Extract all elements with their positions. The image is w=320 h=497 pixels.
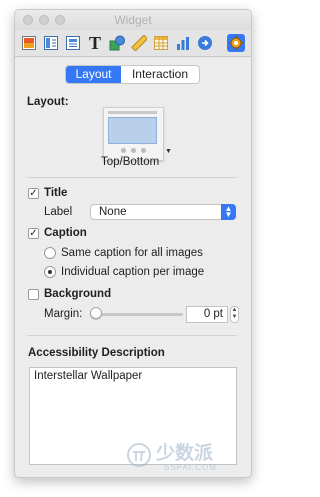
preview-dots	[121, 148, 146, 153]
margin-slider-knob[interactable]	[90, 307, 102, 319]
margin-label: Margin:	[44, 308, 83, 320]
preview-title-bar	[108, 111, 157, 114]
radio-same-caption[interactable]	[44, 247, 56, 259]
accessibility-heading: Accessibility Description	[28, 347, 165, 359]
title-checkbox-label: Title	[44, 187, 68, 199]
gear-icon[interactable]	[227, 34, 245, 52]
radio-selected-dot	[48, 270, 52, 274]
select-chevrons-icon: ▲ ▼	[221, 204, 236, 220]
link-icon[interactable]	[196, 34, 214, 52]
divider	[27, 177, 237, 178]
caption-checkbox[interactable]: ✓	[28, 228, 39, 239]
radio-individual-caption-label: Individual caption per image	[61, 266, 205, 278]
chart-icon[interactable]	[174, 34, 192, 52]
image-icon[interactable]	[20, 34, 38, 52]
table-icon[interactable]	[152, 34, 170, 52]
layout-icon[interactable]	[42, 34, 60, 52]
label-select[interactable]: None ▲ ▼	[90, 204, 236, 220]
ruler-icon[interactable]	[130, 34, 148, 52]
title-bar: Widget	[15, 10, 251, 30]
tab-interaction[interactable]: Interaction	[121, 66, 199, 83]
divider	[27, 335, 237, 336]
layout-menu-arrow-icon[interactable]: ▼	[165, 148, 172, 155]
watermark-subtext: SSPAI.COM	[164, 463, 217, 472]
preview-dot	[131, 148, 136, 153]
title-checkbox[interactable]: ✓	[28, 188, 39, 199]
margin-slider-track[interactable]	[95, 313, 183, 316]
radio-same-caption-label: Same caption for all images	[61, 247, 203, 259]
window-title: Widget	[114, 13, 152, 27]
margin-value-field[interactable]: 0 pt	[186, 306, 228, 323]
inspector-tabs: Layout Interaction	[65, 65, 200, 84]
inspector-toolbar: T	[15, 30, 251, 57]
shapes-icon[interactable]	[108, 34, 126, 52]
tab-layout[interactable]: Layout	[66, 66, 121, 83]
preview-dot	[121, 148, 126, 153]
caption-checkbox-label: Caption	[44, 227, 87, 239]
radio-individual-caption[interactable]	[44, 266, 56, 278]
layout-label: Layout:	[27, 96, 69, 108]
layout-preview[interactable]	[103, 107, 164, 161]
widget-inspector-window: Widget T Layout Interaction Layout: ▼ To…	[14, 9, 252, 478]
background-checkbox[interactable]	[28, 289, 39, 300]
sspai-logo-icon	[127, 443, 151, 467]
preview-dot	[141, 148, 146, 153]
text-icon[interactable]: T	[86, 33, 104, 53]
watermark-text: 少数派	[156, 442, 214, 464]
margin-stepper[interactable]: ▲ ▼	[230, 306, 239, 323]
label-select-value: None	[99, 206, 127, 218]
background-checkbox-label: Background	[44, 288, 112, 300]
preview-image	[108, 117, 157, 144]
sspai-watermark: 少数派 SSPAI.COM	[126, 438, 248, 478]
layout-preview-name: Top/Bottom	[101, 156, 160, 168]
document-icon[interactable]	[64, 34, 82, 52]
label-field-label: Label	[44, 206, 73, 218]
